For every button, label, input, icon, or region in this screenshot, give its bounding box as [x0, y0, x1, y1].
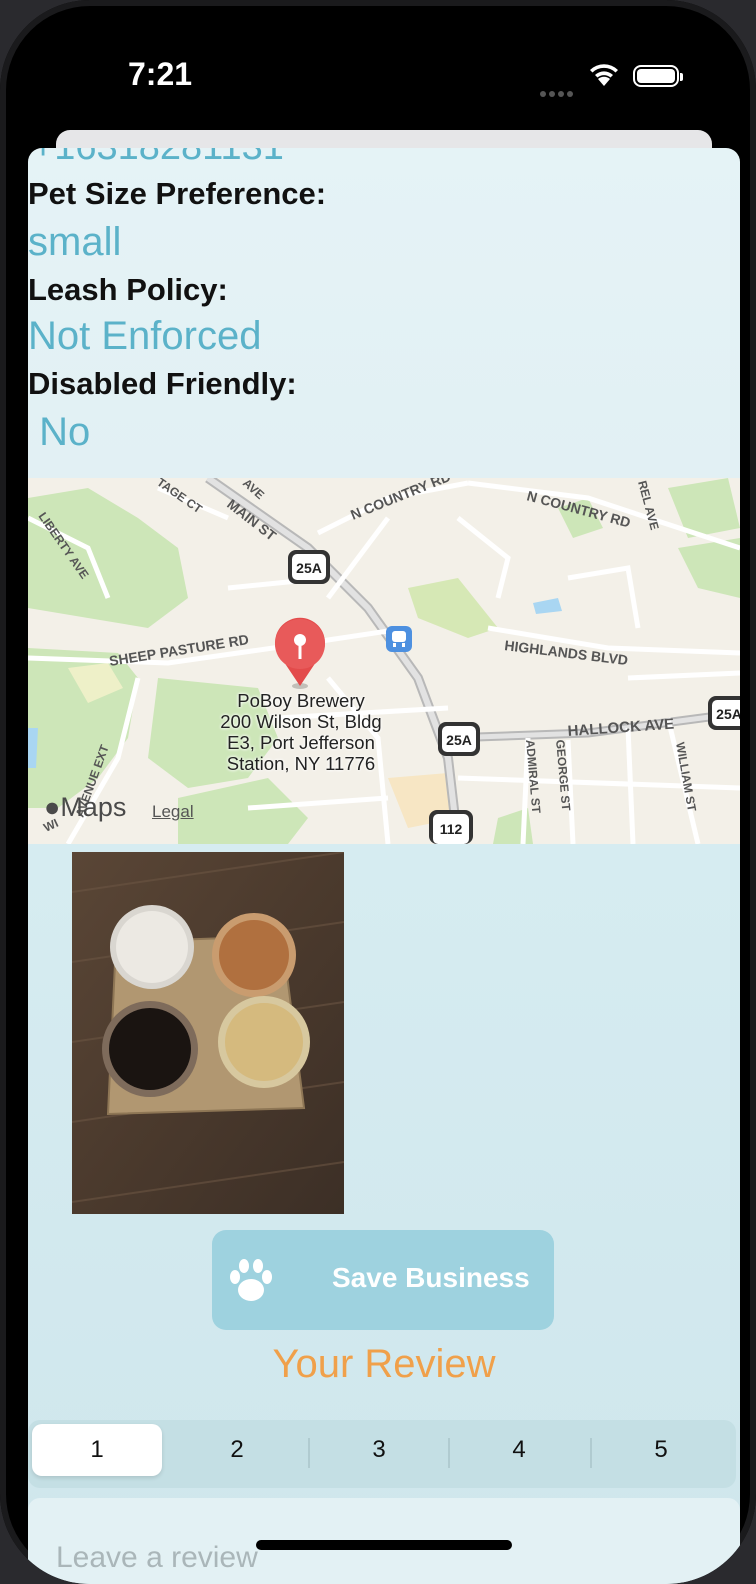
status-bar: 7:21: [0, 0, 756, 140]
business-info: +16318281131 Pet Size Preference: small …: [28, 148, 740, 478]
route-shield-25a: 25A: [296, 560, 322, 576]
map-view[interactable]: MAIN ST N COUNTRY RD N COUNTRY RD SHEEP …: [28, 478, 740, 844]
pin-address-line-2: E3, Port Jefferson: [227, 732, 375, 753]
your-review-heading: Your Review: [272, 1342, 496, 1386]
location-pin-icon: [274, 617, 325, 689]
rating-option-4[interactable]: 4: [454, 1424, 584, 1476]
rating-segmented-control[interactable]: 1 2 3 4 5: [28, 1420, 736, 1488]
map-pin-label[interactable]: PoBoy Brewery 200 Wilson St, Bldg E3, Po…: [196, 690, 406, 774]
route-shield-25a-2: 25A: [446, 732, 472, 748]
segment-divider: [308, 1438, 310, 1468]
street-william-st: WILLIAM ST: [673, 741, 699, 813]
map-legal-link[interactable]: Legal: [152, 802, 194, 822]
business-detail-sheet[interactable]: +16318281131 Pet Size Preference: small …: [28, 148, 740, 1584]
pet-size-value: small: [28, 220, 122, 264]
pin-address-line-1: 200 Wilson St, Bldg: [220, 711, 382, 732]
leash-policy-label: Leash Policy:: [28, 272, 228, 307]
segment-divider: [590, 1438, 592, 1468]
rating-option-1[interactable]: 1: [32, 1424, 162, 1476]
pin-address-line-3: Station, NY 11776: [226, 753, 376, 774]
route-shield-25a-3: 25A: [716, 706, 740, 722]
segment-divider: [448, 1438, 450, 1468]
cellular-signal-icon: [540, 82, 576, 97]
train-station-icon: [386, 626, 412, 652]
street-n-country-rd: N COUNTRY RD: [348, 478, 453, 523]
rating-option-2[interactable]: 2: [172, 1424, 302, 1476]
phone-number[interactable]: +16318281131: [32, 148, 284, 169]
home-indicator[interactable]: [256, 1540, 512, 1550]
save-business-label: Save Business: [332, 1262, 530, 1293]
street-hallock-ave: HALLOCK AVE: [567, 716, 675, 740]
map-tiles: MAIN ST N COUNTRY RD N COUNTRY RD SHEEP …: [28, 478, 740, 844]
disabled-friendly-value: No: [28, 410, 91, 454]
paw-icon: [230, 1259, 272, 1301]
apple-logo-icon: ●: [44, 792, 61, 822]
route-shield-112: 112: [440, 821, 463, 837]
save-business-button[interactable]: Save Business: [212, 1230, 554, 1330]
pin-business-name: PoBoy Brewery: [237, 690, 365, 711]
apple-maps-logo: ●Maps: [44, 792, 127, 822]
battery-icon: [633, 65, 683, 87]
business-photo: [72, 852, 344, 1214]
disabled-friendly-label: Disabled Friendly:: [28, 366, 297, 401]
street-tage-ct: TAGE CT: [154, 478, 205, 517]
leash-policy-value: Not Enforced: [28, 314, 262, 358]
rating-option-3[interactable]: 3: [314, 1424, 444, 1476]
status-time: 7:21: [128, 56, 193, 92]
pet-size-label: Pet Size Preference:: [28, 176, 327, 211]
device-frame: 7:21 +16318281131 Pet Size Preference: s…: [0, 0, 756, 1584]
street-rel-ave: REL AVE: [635, 479, 662, 531]
wifi-icon: [590, 64, 618, 86]
rating-option-5[interactable]: 5: [596, 1424, 726, 1476]
